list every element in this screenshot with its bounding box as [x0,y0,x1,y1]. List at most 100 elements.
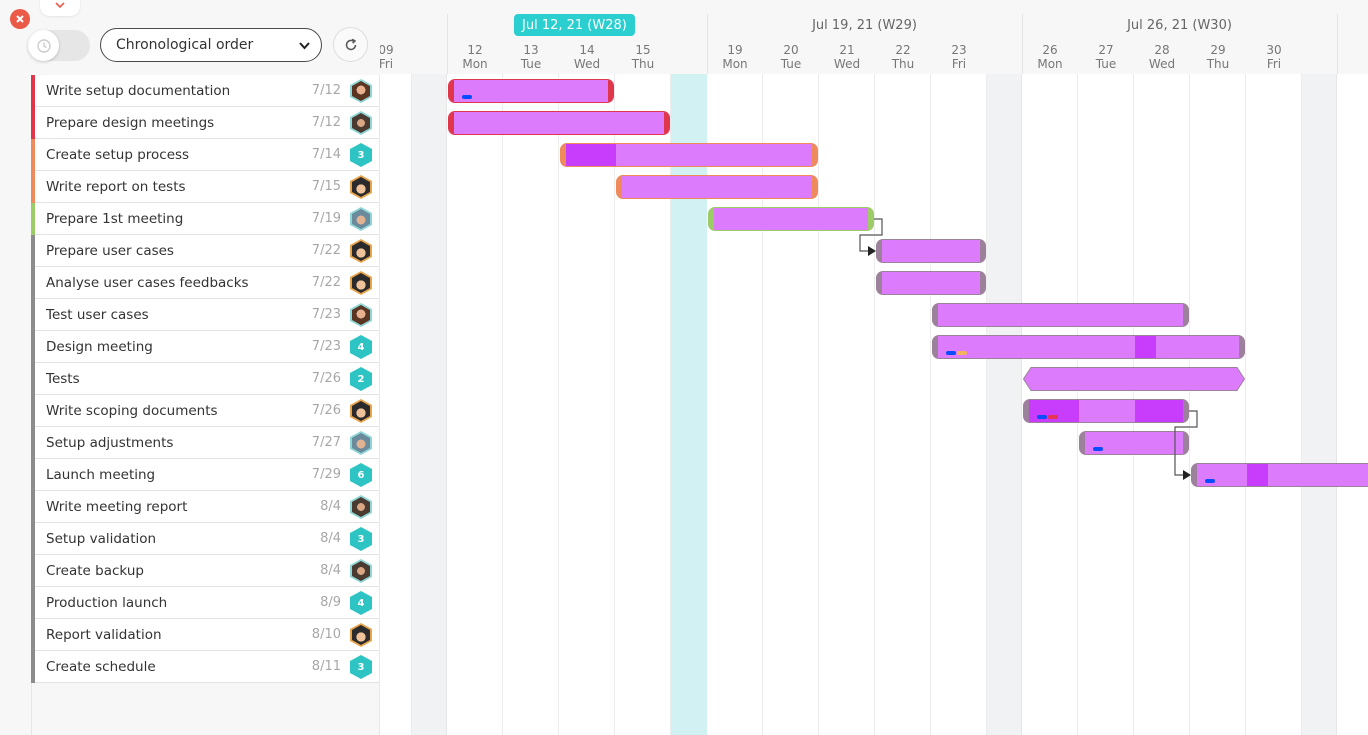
day-column [931,74,987,735]
assignee[interactable] [350,207,372,231]
day-number: 20 [783,43,799,57]
assignee[interactable]: 4 [350,591,372,615]
avatar-image [352,273,370,293]
bar-start-handle[interactable] [1024,400,1029,422]
day-header: 19 Mon [707,43,763,71]
bar-end-handle[interactable] [812,144,817,166]
assignee[interactable] [350,495,372,519]
day-header: 29 Thu [1190,43,1246,71]
assignee[interactable]: 3 [350,527,372,551]
day-column [503,74,559,735]
task-row[interactable]: Production launch 8/9 4 [31,587,379,619]
task-row[interactable]: Report validation 8/10 [31,619,379,651]
priority-indicator [31,171,35,203]
refresh-button[interactable] [333,27,368,62]
bar-start-handle[interactable] [1080,432,1085,454]
bar-start-handle[interactable] [617,176,622,198]
assignee[interactable] [350,175,372,199]
assignee[interactable]: 4 [350,335,372,359]
assignee-count-badge: 3 [350,527,372,551]
assignee[interactable] [350,111,372,135]
task-row[interactable]: Setup validation 8/4 3 [31,523,379,555]
day-number: 09 [380,43,394,57]
priority-indicator [31,331,35,363]
assignee[interactable]: 3 [350,655,372,679]
bar-end-handle[interactable] [868,208,873,230]
assignee[interactable] [350,303,372,327]
bar-end-handle[interactable] [1183,432,1188,454]
task-bar[interactable] [1023,399,1189,423]
task-bar[interactable] [448,79,614,103]
day-number: 29 [1210,43,1226,57]
bar-start-handle[interactable] [877,240,882,262]
task-bar[interactable] [876,239,986,263]
bar-end-handle[interactable] [812,176,817,198]
bar-start-handle[interactable] [877,272,882,294]
assignee[interactable] [350,271,372,295]
task-bar[interactable] [932,303,1189,327]
sort-order-select[interactable]: Chronological order [100,28,322,62]
bar-start-handle[interactable] [561,144,566,166]
task-bar[interactable] [1191,463,1368,487]
priority-indicator [31,523,35,555]
task-bar[interactable] [1079,431,1189,455]
task-row[interactable]: Prepare design meetings 7/12 [31,107,379,139]
day-column [380,74,412,735]
bar-end-handle[interactable] [980,240,985,262]
bar-end-handle[interactable] [1183,304,1188,326]
assignee[interactable] [350,559,372,583]
task-bar[interactable] [448,111,670,135]
time-toggle[interactable] [28,30,90,61]
bar-end-handle[interactable] [664,112,669,134]
task-row[interactable]: Setup adjustments 7/27 [31,427,379,459]
bar-start-handle[interactable] [449,112,454,134]
assignee[interactable] [350,431,372,455]
task-row[interactable]: Launch meeting 7/29 6 [31,459,379,491]
task-row[interactable]: Analyse user cases feedbacks 7/22 [31,267,379,299]
bar-end-handle[interactable] [980,272,985,294]
task-bar[interactable] [616,175,818,199]
bar-end-handle[interactable] [1183,400,1188,422]
bar-start-handle[interactable] [709,208,714,230]
task-bar[interactable] [876,271,986,295]
task-row[interactable]: Create backup 8/4 [31,555,379,587]
assignee[interactable] [350,399,372,423]
chevron-down-icon [299,42,310,50]
task-row[interactable]: Write setup documentation 7/12 [31,75,379,107]
task-row[interactable]: Prepare user cases 7/22 [31,235,379,267]
assignee[interactable] [350,79,372,103]
assignee[interactable] [350,623,372,647]
task-bar[interactable] [1022,367,1246,391]
collapse-panel-button[interactable] [40,0,80,16]
bar-end-handle[interactable] [1239,336,1244,358]
task-row[interactable]: Create schedule 8/11 3 [31,651,379,683]
assignee-count-badge: 6 [350,463,372,487]
assignee[interactable]: 3 [350,143,372,167]
task-due-date: 7/12 [311,83,341,98]
task-row[interactable]: Write meeting report 8/4 [31,491,379,523]
task-bar[interactable] [932,335,1245,359]
bar-end-handle[interactable] [608,80,613,102]
task-bar[interactable] [708,207,874,231]
bar-start-handle[interactable] [933,304,938,326]
day-column [1190,74,1246,735]
close-button[interactable] [10,9,30,29]
task-bar[interactable] [560,143,818,167]
assignee[interactable]: 6 [350,463,372,487]
assignee[interactable]: 2 [350,367,372,391]
bar-start-handle[interactable] [933,336,938,358]
task-row[interactable]: Write report on tests 7/15 [31,171,379,203]
priority-indicator [31,555,35,587]
bar-start-handle[interactable] [1192,464,1197,486]
task-row[interactable]: Test user cases 7/23 [31,299,379,331]
day-header: 09 Fri [380,43,414,71]
task-row[interactable]: Prepare 1st meeting 7/19 [31,203,379,235]
bar-start-handle[interactable] [449,80,454,102]
task-due-date: 7/12 [311,115,341,130]
task-row[interactable]: Tests 7/26 2 [31,363,379,395]
label-tag [1037,415,1047,419]
assignee[interactable] [350,239,372,263]
task-row[interactable]: Design meeting 7/23 4 [31,331,379,363]
task-row[interactable]: Write scoping documents 7/26 [31,395,379,427]
task-row[interactable]: Create setup process 7/14 3 [31,139,379,171]
